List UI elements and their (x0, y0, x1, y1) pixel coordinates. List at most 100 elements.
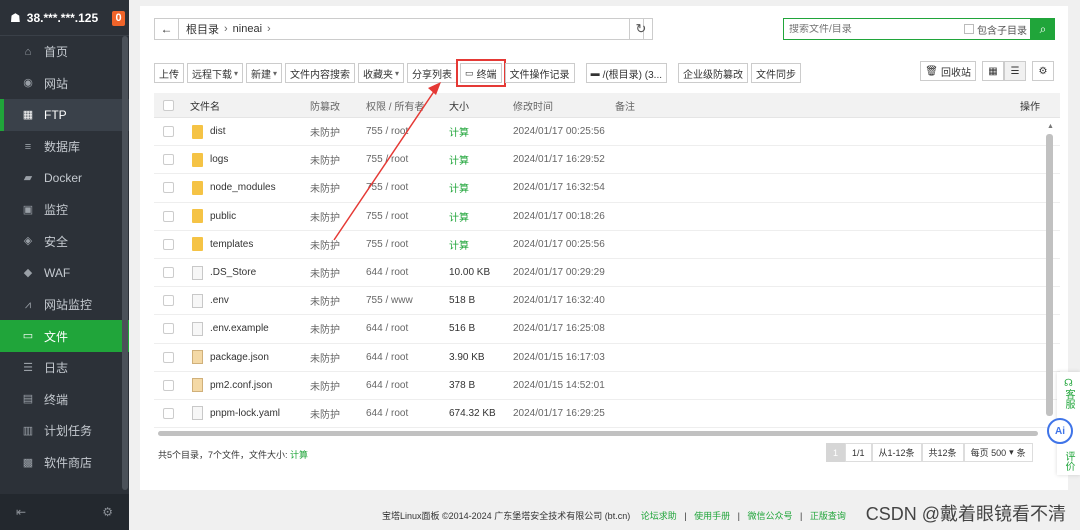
permission[interactable]: 644 / root (366, 267, 449, 278)
protect-status[interactable]: 未防护 (310, 265, 366, 280)
file-size[interactable]: 计算 (449, 237, 513, 252)
file-name[interactable]: .env.example (210, 323, 269, 334)
search-button[interactable]: ⌕ (1031, 18, 1055, 40)
file-size[interactable]: 计算 (449, 209, 513, 224)
permission[interactable]: 755 / www (366, 295, 449, 306)
sidebar-item-database[interactable]: ≡ 数据库 (0, 131, 129, 163)
file-name[interactable]: node_modules (210, 182, 276, 193)
sidebar-item-docker[interactable]: ▰ Docker (0, 162, 129, 194)
grid-view-button[interactable]: ▦ (982, 61, 1004, 81)
table-row[interactable]: package.json 未防护 644 / root 3.90 KB 2024/01/… (154, 344, 1060, 372)
table-row[interactable]: pnpm-lock.yaml 未防护 644 / root 674.32 KB 2024… (154, 400, 1060, 429)
back-button[interactable]: ← (155, 19, 179, 39)
header-protect[interactable]: 防篡改 (310, 98, 366, 113)
list-view-button[interactable]: ☰ (1004, 61, 1026, 81)
table-horizontal-scrollbar[interactable] (158, 431, 1038, 436)
scroll-up-icon[interactable]: ▲ (1047, 123, 1054, 130)
footer-link-license[interactable]: 正版查询 (810, 511, 846, 521)
header-name[interactable]: 文件名 (182, 98, 310, 113)
footer-link-forum[interactable]: 论坛求助 (641, 511, 677, 521)
file-name[interactable]: logs (210, 154, 228, 165)
row-checkbox[interactable] (162, 379, 174, 391)
header-perm[interactable]: 权限 / 所有者 (366, 98, 449, 113)
upload-button[interactable]: 上传 (154, 63, 184, 83)
ai-assistant-button[interactable]: Ai (1047, 418, 1073, 444)
sidebar-item-logs[interactable]: ☰ 日志 (0, 352, 129, 384)
row-checkbox[interactable] (162, 126, 174, 138)
breadcrumb-root[interactable]: 根目录 (186, 21, 219, 37)
server-header[interactable]: ☗ 38.***.***.125 0 (0, 0, 129, 36)
collapse-icon[interactable]: ⇤ (16, 505, 26, 519)
protect-status[interactable]: 未防护 (310, 237, 366, 252)
row-checkbox[interactable] (162, 267, 174, 279)
sidebar-item-ftp[interactable]: ▦ FTP (0, 99, 129, 131)
new-button[interactable]: 新建 ▾ (246, 63, 283, 83)
refresh-button[interactable]: ↻ (629, 18, 653, 40)
include-subdir-checkbox[interactable]: 包含子目录 (964, 22, 1027, 37)
permission[interactable]: 755 / root (366, 239, 449, 250)
content-search-button[interactable]: 文件内容搜索 (285, 63, 356, 83)
footer-link-wechat[interactable]: 微信公众号 (748, 511, 793, 521)
file-name[interactable]: .DS_Store (210, 267, 256, 278)
file-size[interactable]: 计算 (449, 124, 513, 139)
permission[interactable]: 644 / root (366, 380, 449, 391)
sidebar-item-store[interactable]: ▩ 软件商店 (0, 447, 129, 479)
table-row[interactable]: pm2.conf.json 未防护 644 / root 378 B 2024/01/1… (154, 372, 1060, 400)
file-name[interactable]: templates (210, 239, 253, 250)
table-row[interactable]: .DS_Store 未防护 644 / root 10.00 KB 2024/01/17… (154, 259, 1060, 288)
sidebar-item-security[interactable]: ◈ 安全 (0, 226, 129, 258)
sidebar-item-waf[interactable]: ◆ WAF (0, 257, 129, 289)
path-bar[interactable]: ← 根目录 › nineai › (154, 18, 644, 40)
permission[interactable]: 644 / root (366, 352, 449, 363)
service-button[interactable]: 客服 (1061, 389, 1076, 409)
protect-status[interactable]: 未防护 (310, 293, 366, 308)
file-name[interactable]: pnpm-lock.yaml (210, 408, 280, 419)
table-row[interactable]: public 未防护 755 / root 计算 2024/01/17 00:18:26 (154, 203, 1060, 231)
sidebar-item-home[interactable]: ⌂ 首页 (0, 36, 129, 68)
protect-status[interactable]: 未防护 (310, 209, 366, 224)
sidebar-item-site-monitor[interactable]: ⩘ 网站监控 (0, 289, 129, 321)
file-name[interactable]: package.json (210, 352, 269, 363)
row-checkbox[interactable] (162, 182, 174, 194)
footer-link-manual[interactable]: 使用手册 (694, 511, 730, 521)
row-checkbox[interactable] (162, 295, 174, 307)
select-all-checkbox[interactable] (162, 99, 174, 111)
protect-status[interactable]: 未防护 (310, 124, 366, 139)
table-row[interactable]: logs 未防护 755 / root 计算 2024/01/17 16:29:52 (154, 146, 1060, 175)
file-name[interactable]: .env (210, 295, 229, 306)
terminal-button[interactable]: ▭ 终端 (456, 59, 506, 87)
header-size[interactable]: 大小 (449, 98, 513, 113)
search-input[interactable] (784, 23, 964, 35)
remote-download-button[interactable]: 远程下载 ▾ (187, 63, 244, 83)
file-name[interactable]: public (210, 211, 236, 222)
sidebar-item-cron[interactable]: ▥ 计划任务 (0, 415, 129, 447)
file-size[interactable]: 计算 (449, 180, 513, 195)
permission[interactable]: 644 / root (366, 408, 449, 419)
favorites-button[interactable]: 收藏夹 ▾ (358, 63, 405, 83)
calc-total-link[interactable]: 计算 (290, 450, 308, 460)
notification-badge[interactable]: 0 (112, 11, 125, 26)
table-row[interactable]: .env.example 未防护 644 / root 516 B 2024/01/17… (154, 315, 1060, 344)
permission[interactable]: 755 / root (366, 154, 449, 165)
settings-button[interactable]: ⚙ (1032, 61, 1054, 81)
protect-status[interactable]: 未防护 (310, 378, 366, 393)
file-size[interactable]: 计算 (449, 152, 513, 167)
sidebar-item-files[interactable]: ▭ 文件 (0, 320, 129, 352)
settings-icon[interactable]: ⚙ (102, 505, 113, 519)
file-log-button[interactable]: 文件操作记录 (504, 63, 575, 83)
row-checkbox[interactable] (162, 351, 174, 363)
protect-status[interactable]: 未防护 (310, 152, 366, 167)
permission[interactable]: 755 / root (366, 211, 449, 222)
sidebar-item-terminal[interactable]: ▤ 终端 (0, 384, 129, 416)
page-current[interactable]: 1 (826, 443, 846, 462)
sidebar-scrollbar[interactable] (122, 36, 128, 490)
breadcrumb-current[interactable]: nineai (233, 23, 262, 35)
sidebar-item-monitor[interactable]: ▣ 监控 (0, 194, 129, 226)
protect-status[interactable]: 未防护 (310, 321, 366, 336)
permission[interactable]: 755 / root (366, 126, 449, 137)
permission[interactable]: 644 / root (366, 323, 449, 334)
row-checkbox[interactable] (162, 210, 174, 222)
file-name[interactable]: pm2.conf.json (210, 380, 272, 391)
protect-status[interactable]: 未防护 (310, 406, 366, 421)
table-row[interactable]: .env 未防护 755 / www 518 B 2024/01/17 16:32:40 (154, 287, 1060, 316)
